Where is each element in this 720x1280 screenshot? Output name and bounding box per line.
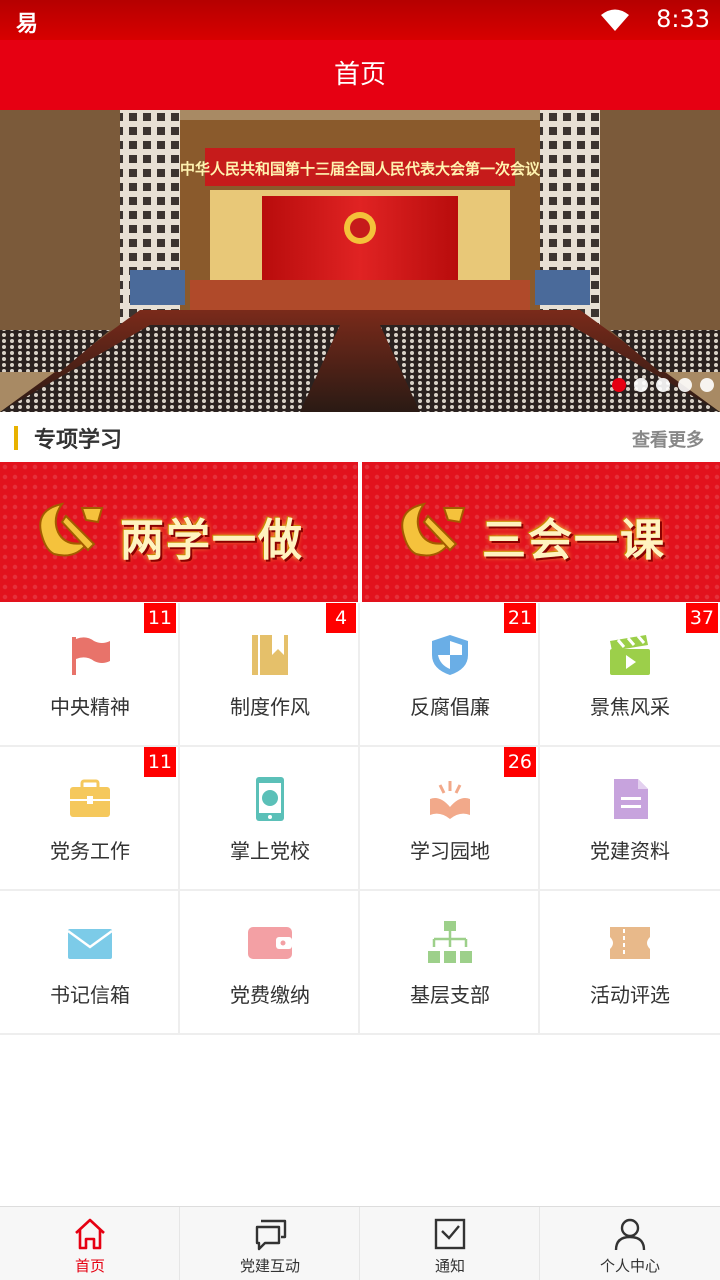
chat-icon [255, 1219, 287, 1251]
tab-party-interaction[interactable]: 党建互动 [180, 1207, 360, 1280]
flag-icon [72, 637, 110, 675]
app-notification-icon: 易 [16, 12, 39, 37]
open-book-icon [430, 781, 470, 819]
carousel-dot[interactable] [700, 378, 714, 392]
banner-image: 中华人民共和国第十三届全国人民代表大会第一次会议 [0, 110, 720, 412]
grid-item-label: 党费缴纳 [230, 983, 310, 1007]
grid-item-label: 反腐倡廉 [410, 695, 490, 719]
party-emblem-icon [401, 502, 466, 557]
tab-label: 个人中心 [599, 1257, 660, 1275]
clapperboard-icon [610, 635, 650, 675]
grid-item-label: 掌上党校 [230, 839, 310, 863]
grid-item-huodongpingxuan[interactable]: 活动评选 [540, 891, 720, 1033]
tab-label: 通知 [434, 1257, 465, 1275]
app-root: 易 8:33 首页 中华人民共和国第十三届全国人民代表大会第一次会议 专项学习 … [0, 0, 720, 1280]
carousel-dot[interactable] [634, 378, 648, 392]
section-accent-bar [14, 426, 18, 450]
carousel-dot[interactable] [612, 378, 626, 392]
banner-caption: 中华人民共和国第十三届全国人民代表大会第一次会议 [180, 160, 541, 178]
view-more-link[interactable]: 查看更多 [632, 426, 704, 452]
grid-item-jingjiaofengcai[interactable]: 37 景焦风采 [540, 603, 720, 745]
unread-badge: 4 [326, 603, 356, 633]
tab-profile[interactable]: 个人中心 [540, 1207, 720, 1280]
page-title: 首页 [333, 60, 386, 90]
grid-item-label: 制度作风 [230, 695, 310, 719]
grid-item-xuexiyuandi[interactable]: 26 学习园地 [360, 747, 540, 889]
status-bar: 易 8:33 [0, 0, 720, 40]
document-icon [614, 779, 648, 819]
briefcase-icon [70, 779, 110, 817]
inbox-icon [434, 1218, 466, 1250]
title-bar: 首页 [0, 40, 720, 110]
grid-item-zhiduzuofeng[interactable]: 4 制度作风 [180, 603, 360, 745]
user-icon [614, 1218, 646, 1251]
grid-item-dangjianziliao[interactable]: 党建资料 [540, 747, 720, 889]
grid-item-label: 党务工作 [50, 839, 130, 863]
section-title: 专项学习 [34, 428, 123, 453]
banner-carousel[interactable]: 中华人民共和国第十三届全国人民代表大会第一次会议 [0, 110, 720, 412]
promo-card-sanhuiyike[interactable]: 三会一课 [362, 462, 720, 602]
ticket-icon [610, 927, 650, 959]
unread-badge: 26 [503, 747, 536, 777]
grid-item-zhongyangjingshen[interactable]: 11 中央精神 [0, 603, 180, 745]
carousel-dot[interactable] [656, 378, 670, 392]
tab-label: 党建互动 [239, 1257, 300, 1275]
tab-notifications[interactable]: 通知 [360, 1207, 540, 1280]
clock: 8:33 [656, 5, 710, 33]
promo-card-liangxueyizuo[interactable]: 两学一做 [0, 462, 358, 602]
grid-item-label: 景焦风采 [590, 695, 670, 719]
org-chart-icon [428, 921, 472, 963]
promo-title: 三会一课 [482, 515, 666, 566]
mail-icon [68, 929, 112, 959]
feature-grid: 11 中央精神 4 制度作风 21 反腐倡廉 37 景焦风采 11 党务工作 掌… [0, 603, 720, 1035]
unread-badge: 21 [503, 603, 536, 633]
grid-item-label: 中央精神 [50, 695, 130, 719]
grid-row: 11 中央精神 4 制度作风 21 反腐倡廉 37 景焦风采 [0, 603, 720, 747]
home-icon [75, 1218, 105, 1250]
tab-home[interactable]: 首页 [0, 1207, 180, 1280]
tab-label: 首页 [74, 1257, 105, 1275]
grid-item-label: 书记信箱 [50, 983, 130, 1007]
grid-item-shujixinxiang[interactable]: 书记信箱 [0, 891, 180, 1033]
grid-item-label: 学习园地 [410, 839, 490, 863]
grid-item-label: 基层支部 [410, 983, 490, 1007]
unread-badge: 11 [143, 603, 176, 633]
carousel-dot[interactable] [678, 378, 692, 392]
wallet-icon [248, 927, 292, 959]
grid-item-label: 党建资料 [590, 839, 670, 863]
grid-item-label: 活动评选 [590, 983, 670, 1007]
grid-row: 11 党务工作 掌上党校 26 学习园地 党建资料 [0, 747, 720, 891]
carousel-indicator [612, 378, 714, 392]
grid-item-dangwugongzuo[interactable]: 11 党务工作 [0, 747, 180, 889]
phone-emblem-icon [256, 777, 284, 821]
shield-icon [432, 635, 468, 675]
unread-badge: 11 [143, 747, 176, 777]
bottom-navigation: 首页 党建互动 通知 个人中心 [0, 1206, 720, 1280]
grid-item-fanfuchanglian[interactable]: 21 反腐倡廉 [360, 603, 540, 745]
promo-title: 两学一做 [120, 515, 304, 566]
unread-badge: 37 [685, 603, 718, 633]
grid-row: 书记信箱 党费缴纳 基层支部 活动评选 [0, 891, 720, 1035]
grid-item-jicengzhibu[interactable]: 基层支部 [360, 891, 540, 1033]
section-header: 专项学习 查看更多 [0, 412, 720, 462]
grid-item-zhangshangdangxiao[interactable]: 掌上党校 [180, 747, 360, 889]
wifi-icon [601, 9, 629, 31]
book-icon [252, 635, 288, 675]
grid-item-dangfeijiaona[interactable]: 党费缴纳 [180, 891, 360, 1033]
party-emblem-icon [39, 502, 104, 557]
